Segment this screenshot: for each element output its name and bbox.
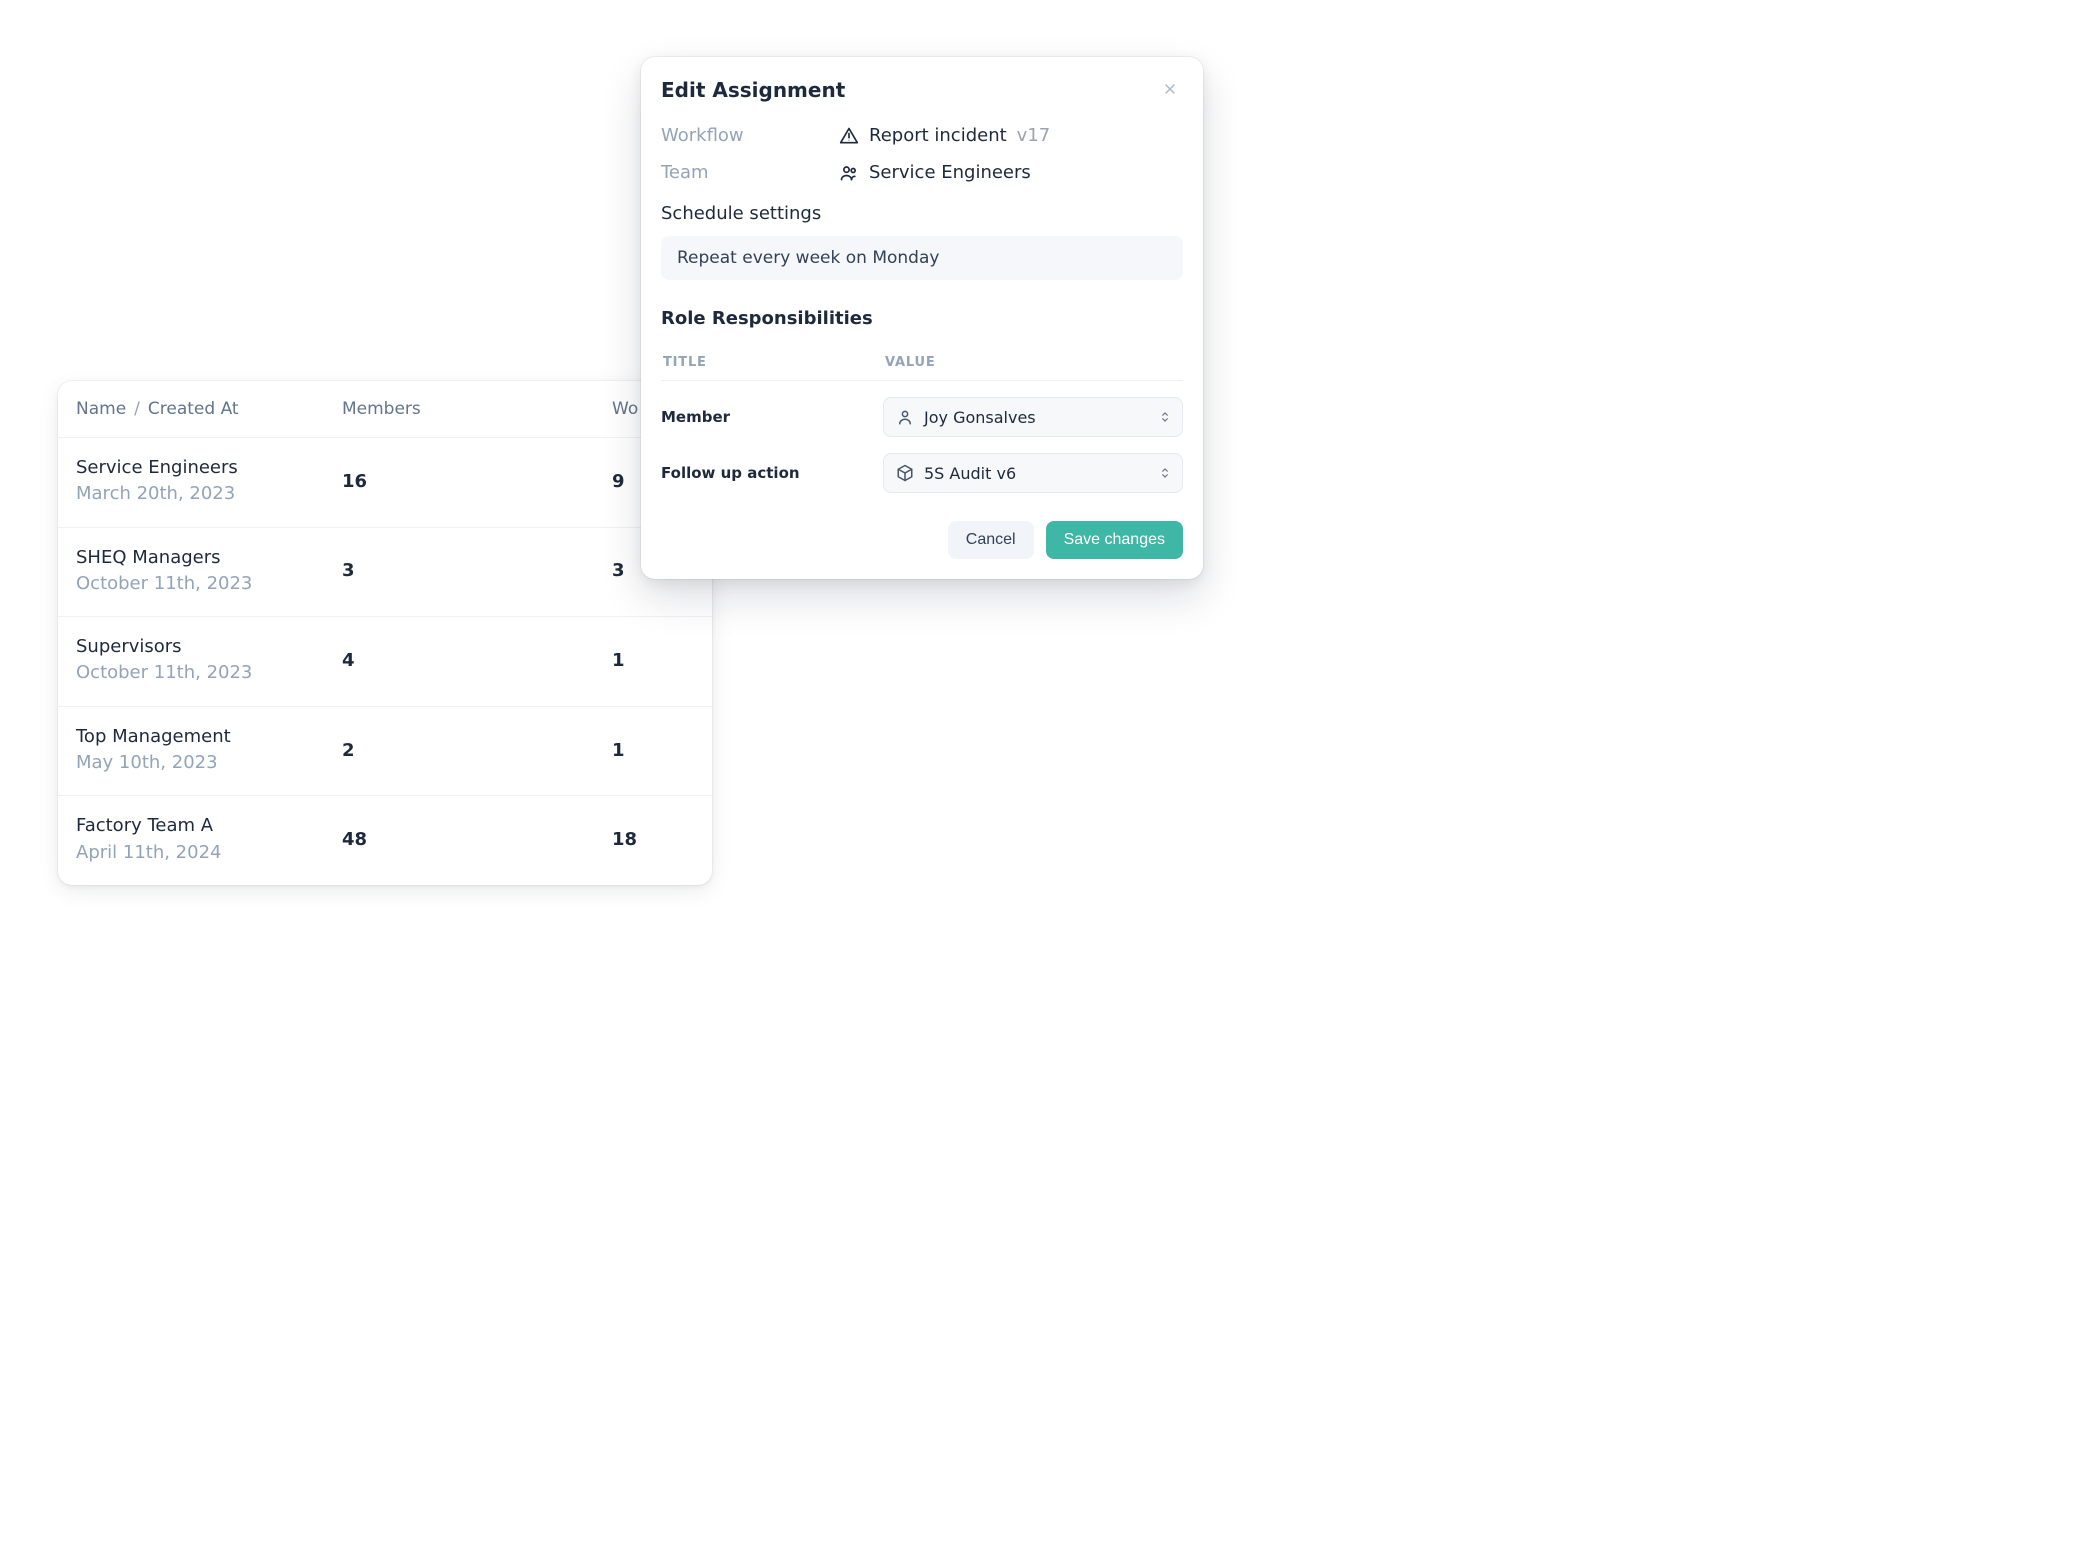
role-row: Follow up action 5S Audit v6: [661, 453, 1183, 493]
edit-assignment-modal: Edit Assignment Workflow Report incident…: [641, 57, 1203, 579]
roles-header-row: TITLE VALUE: [661, 341, 1183, 381]
roles-column-title: TITLE: [663, 355, 885, 370]
team-workflows-count: 18: [612, 829, 694, 850]
team-members-count: 16: [342, 471, 612, 492]
team-created-at: March 20th, 2023: [76, 482, 342, 506]
workflow-value: Report incident v17: [839, 125, 1050, 146]
team-value: Service Engineers: [839, 162, 1031, 183]
team-members-count: 48: [342, 829, 612, 850]
team-label: Team: [661, 162, 839, 183]
role-value-text: 5S Audit v6: [924, 464, 1016, 483]
team-created-at: May 10th, 2023: [76, 751, 342, 775]
cancel-button[interactable]: Cancel: [948, 521, 1034, 559]
workflow-name: Report incident: [869, 125, 1007, 146]
users-icon: [839, 163, 859, 183]
team-name: Top Management: [76, 725, 342, 749]
modal-title: Edit Assignment: [661, 78, 845, 102]
chevron-up-down-icon: [1158, 466, 1172, 480]
role-responsibilities-title: Role Responsibilities: [661, 308, 1183, 329]
chevron-up-down-icon: [1158, 410, 1172, 424]
table-row[interactable]: SHEQ ManagersOctober 11th, 202333: [58, 528, 712, 618]
slash-icon: /: [134, 399, 140, 419]
team-name: Service Engineers: [76, 456, 342, 480]
role-title: Member: [661, 408, 883, 426]
table-row[interactable]: SupervisorsOctober 11th, 202341: [58, 617, 712, 707]
role-row: Member Joy Gonsalves: [661, 397, 1183, 437]
teams-table-card: Name / Created At Members Wo Service Eng…: [58, 381, 712, 885]
column-header-name-createdat[interactable]: Name / Created At: [76, 399, 342, 419]
table-row[interactable]: Top ManagementMay 10th, 202321: [58, 707, 712, 797]
workflow-label: Workflow: [661, 125, 839, 146]
column-header-name: Name: [76, 399, 126, 419]
team-members-count: 4: [342, 650, 612, 671]
team-name: Factory Team A: [76, 814, 342, 838]
cube-icon: [896, 464, 914, 482]
team-name: Supervisors: [76, 635, 342, 659]
table-row[interactable]: Service EngineersMarch 20th, 2023169: [58, 438, 712, 528]
schedule-settings-title: Schedule settings: [661, 203, 1183, 224]
column-header-created-at: Created At: [148, 399, 239, 419]
team-workflows-count: 1: [612, 740, 694, 761]
team-workflows-count: 1: [612, 650, 694, 671]
team-members-count: 2: [342, 740, 612, 761]
roles-column-value: VALUE: [885, 355, 936, 370]
team-created-at: April 11th, 2024: [76, 841, 342, 865]
team-created-at: October 11th, 2023: [76, 661, 342, 685]
close-icon: [1162, 81, 1178, 100]
schedule-summary[interactable]: Repeat every week on Monday: [661, 236, 1183, 280]
team-name: Service Engineers: [869, 162, 1031, 183]
user-icon: [896, 408, 914, 426]
role-title: Follow up action: [661, 464, 883, 482]
team-name: SHEQ Managers: [76, 546, 342, 570]
role-value-select[interactable]: Joy Gonsalves: [883, 397, 1183, 437]
save-changes-button[interactable]: Save changes: [1046, 521, 1183, 559]
table-header-row: Name / Created At Members Wo: [58, 381, 712, 438]
column-header-members[interactable]: Members: [342, 399, 612, 419]
alert-triangle-icon: [839, 126, 859, 146]
close-button[interactable]: [1157, 77, 1183, 103]
workflow-version: v17: [1017, 125, 1051, 146]
team-created-at: October 11th, 2023: [76, 572, 342, 596]
team-members-count: 3: [342, 560, 612, 581]
role-value-select[interactable]: 5S Audit v6: [883, 453, 1183, 493]
table-row[interactable]: Factory Team A April 11th, 20244818: [58, 796, 712, 885]
role-value-text: Joy Gonsalves: [924, 408, 1036, 427]
